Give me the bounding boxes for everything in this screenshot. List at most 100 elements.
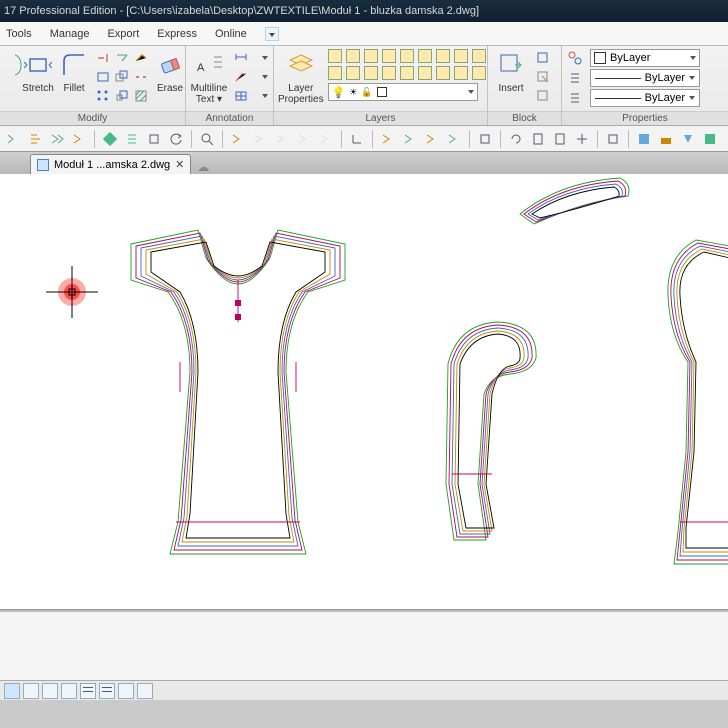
qb-c4[interactable]: [700, 129, 720, 149]
status-bar: [0, 680, 728, 700]
qb-a2[interactable]: [250, 129, 270, 149]
qb-sq2[interactable]: [603, 129, 623, 149]
linetype-combo[interactable]: ByLayer: [590, 89, 700, 107]
hatch-icon[interactable]: [132, 87, 150, 105]
panel-block: Insert Block: [488, 46, 562, 125]
scale-icon[interactable]: [113, 87, 131, 105]
qb-lines-icon[interactable]: [122, 129, 142, 149]
quick-toolbar: [0, 126, 728, 152]
qb-play-icon[interactable]: [25, 129, 45, 149]
qb-a1[interactable]: [228, 129, 248, 149]
panel-layers: Layer Properties 💡 ☀ 🔓 Layers: [274, 46, 488, 125]
qb-b2[interactable]: [400, 129, 420, 149]
color-swatch-icon: [594, 52, 606, 64]
menu-overflow-toggle[interactable]: [265, 27, 279, 41]
dim-dropdown-icon[interactable]: [251, 49, 269, 67]
sb-otrack-icon[interactable]: [99, 683, 115, 699]
menu-tools[interactable]: Tools: [6, 28, 32, 40]
fillet-button[interactable]: Fillet: [58, 49, 90, 94]
match-prop-icon[interactable]: [566, 49, 584, 67]
sun-icon: ☀: [349, 87, 357, 98]
menu-express[interactable]: Express: [157, 28, 197, 40]
qb-b4[interactable]: [444, 129, 464, 149]
line-preview: [595, 78, 641, 79]
menu-export[interactable]: Export: [107, 28, 139, 40]
qb-a5[interactable]: [316, 129, 336, 149]
sb-ortho-icon[interactable]: [42, 683, 58, 699]
file-tab-active[interactable]: Moduł 1 ...amska 2.dwg ✕: [30, 154, 191, 174]
table-drop-icon[interactable]: [251, 87, 269, 105]
qb-arrow-icon[interactable]: [3, 129, 23, 149]
sb-polar-icon[interactable]: [61, 683, 77, 699]
document-icon: [37, 159, 49, 171]
menu-manage[interactable]: Manage: [50, 28, 90, 40]
qb-angle-icon[interactable]: [347, 129, 367, 149]
menu-online[interactable]: Online: [215, 28, 247, 40]
qb-target-icon[interactable]: [144, 129, 164, 149]
sb-lwt-icon[interactable]: [118, 683, 134, 699]
qb-c2[interactable]: [656, 129, 676, 149]
qb-sq1[interactable]: [475, 129, 495, 149]
title-text: 17 Professional Edition - [C:\Users\izab…: [4, 5, 479, 17]
bulb-icon: 💡: [332, 86, 346, 99]
qb-rot-icon[interactable]: [506, 129, 526, 149]
list2-icon[interactable]: [566, 89, 584, 107]
qb-a3[interactable]: [272, 129, 292, 149]
qb-t2-icon[interactable]: [47, 129, 67, 149]
block-edit-icon[interactable]: [534, 68, 552, 86]
qb-a4[interactable]: [294, 129, 314, 149]
erase-button[interactable]: Erase: [154, 49, 186, 94]
qb-b3[interactable]: [422, 129, 442, 149]
color-combo[interactable]: ByLayer: [590, 49, 700, 67]
sb-osnap-icon[interactable]: [80, 683, 96, 699]
qb-c1[interactable]: [634, 129, 654, 149]
lineweight-combo[interactable]: ByLayer: [590, 69, 700, 87]
pattern-collar-piece: [510, 174, 650, 234]
lock-icon: 🔓: [361, 87, 372, 98]
menu-bar: Tools Manage Export Express Online: [0, 22, 728, 46]
multiline-text-button[interactable]: A Multiline Text ▾: [190, 49, 228, 105]
rect-icon[interactable]: [94, 68, 112, 86]
table-icon[interactable]: [232, 87, 250, 105]
dim-linear-icon[interactable]: [232, 49, 250, 67]
stretch-button[interactable]: Stretch: [22, 49, 54, 94]
drawing-canvas[interactable]: [0, 174, 728, 610]
qb-doc2-icon[interactable]: [550, 129, 570, 149]
layer-properties-button[interactable]: Layer Properties: [278, 49, 324, 105]
sb-snap-icon[interactable]: [4, 683, 20, 699]
layer-select-combo[interactable]: 💡 ☀ 🔓: [328, 83, 478, 101]
array-icon[interactable]: [94, 87, 112, 105]
sb-grid-icon[interactable]: [23, 683, 39, 699]
file-tab-label: Moduł 1 ...amska 2.dwg: [54, 159, 170, 171]
block-mini: [534, 49, 552, 105]
qb-t3-icon[interactable]: [69, 129, 89, 149]
insert-button[interactable]: Insert: [492, 49, 530, 94]
block-create-icon[interactable]: [534, 49, 552, 67]
layer-state-icon[interactable]: [328, 49, 342, 63]
extend-icon[interactable]: [113, 49, 131, 67]
edit-poly-icon[interactable]: [132, 49, 150, 67]
qb-plus-icon[interactable]: [572, 129, 592, 149]
list-icon[interactable]: [566, 69, 584, 87]
tool-partial[interactable]: [4, 49, 18, 83]
leader-drop-icon[interactable]: [251, 68, 269, 86]
qb-green-icon[interactable]: [100, 129, 120, 149]
qb-c3[interactable]: [678, 129, 698, 149]
qb-refresh-icon[interactable]: [166, 129, 186, 149]
command-area[interactable]: [0, 610, 728, 680]
trim-icon[interactable]: [94, 49, 112, 67]
qb-doc-icon[interactable]: [528, 129, 548, 149]
qb-zoom-icon[interactable]: [197, 129, 217, 149]
cloud-icon[interactable]: ☁: [197, 160, 209, 174]
qb-b1[interactable]: [378, 129, 398, 149]
close-icon[interactable]: ✕: [175, 158, 184, 171]
modify-mini-tools: [94, 49, 150, 105]
copy-icon[interactable]: [113, 68, 131, 86]
break-icon[interactable]: [132, 68, 150, 86]
leader-icon[interactable]: [232, 68, 250, 86]
svg-text:A: A: [197, 62, 205, 74]
panel-properties: ByLayer ByLayer ByLayer Properties: [562, 46, 728, 125]
cursor-highlight: [42, 262, 102, 322]
block-attr-icon[interactable]: [534, 87, 552, 105]
sb-model-icon[interactable]: [137, 683, 153, 699]
